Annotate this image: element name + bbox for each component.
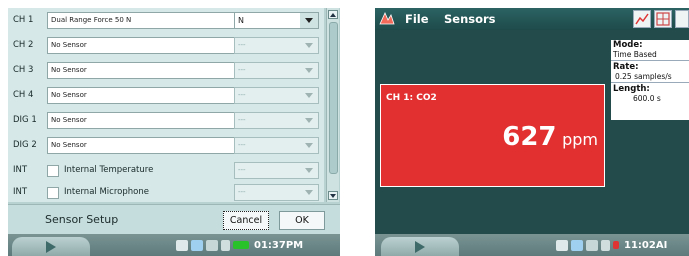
rate-label: Rate: (613, 62, 639, 72)
unit-select: --- (234, 136, 319, 154)
length-value: 600.0 s (633, 94, 661, 103)
meter-unit: ppm (562, 130, 598, 149)
clock: 11:02AI (624, 239, 668, 251)
internal-temperature-checkbox[interactable] (47, 165, 59, 177)
channel-label: DIG 1 (13, 115, 37, 125)
chevron-down-icon (300, 38, 318, 53)
cancel-button[interactable]: Cancel (223, 211, 269, 230)
internal-sensor-row: INT Internal Temperature --- (8, 160, 324, 180)
taskbar: 11:02AI (375, 234, 689, 256)
battery-icon (233, 241, 249, 249)
length-label: Length: (613, 84, 650, 94)
play-icon (415, 240, 425, 253)
sensor-setup-screen: CH 1 Dual Range Force 50 N N CH 2 No Sen… (8, 8, 340, 256)
meter-channel-label: CH 1: CO2 (386, 93, 437, 103)
system-tray: 01:37PM (176, 238, 303, 252)
play-icon (46, 240, 56, 253)
sensor-row: DIG 2 No Sensor --- (8, 135, 324, 155)
volume-icon[interactable] (221, 239, 230, 251)
sensor-row: CH 3 No Sensor --- (8, 60, 324, 80)
system-tray: 11:02AI (556, 238, 667, 252)
chevron-down-icon[interactable] (300, 12, 318, 28)
chevron-down-icon (300, 185, 318, 200)
unit-select: --- (234, 86, 319, 104)
unit-select: --- (234, 36, 319, 54)
chevron-down-icon (300, 63, 318, 78)
collect-button[interactable] (381, 237, 459, 256)
sensor-meter[interactable]: CH 1: CO2 627 ppm (380, 84, 605, 187)
graph-view-icon[interactable] (633, 10, 651, 28)
app-logo-icon[interactable] (379, 11, 395, 26)
channel-label: CH 3 (13, 65, 34, 75)
collection-info-panel[interactable]: Mode: Time Based Rate: 0.25 samples/s Le… (611, 40, 689, 120)
unit-select: --- (234, 183, 319, 201)
internal-temperature-label: Internal Temperature (64, 165, 154, 175)
battery-low-icon (613, 241, 619, 249)
meter-reading: 627 ppm (502, 122, 598, 152)
keyboard-icon[interactable] (206, 239, 218, 251)
chevron-down-icon (300, 163, 318, 178)
volume-icon[interactable] (601, 239, 610, 251)
file-menu[interactable]: File (405, 12, 429, 26)
collect-button[interactable] (12, 237, 90, 256)
sensor-row: CH 1 Dual Range Force 50 N N (8, 10, 324, 30)
home-icon[interactable] (176, 239, 188, 251)
table-view-icon[interactable] (654, 10, 672, 28)
keyboard-icon[interactable] (586, 239, 598, 251)
sensor-select[interactable]: No Sensor (47, 61, 257, 79)
sensor-select[interactable]: Dual Range Force 50 N (47, 11, 257, 29)
scroll-thumb[interactable] (329, 22, 338, 174)
internal-microphone-label: Internal Microphone (64, 187, 149, 197)
internal-microphone-checkbox[interactable] (47, 187, 59, 199)
internal-sensor-row: INT Internal Microphone --- (8, 182, 324, 202)
sensors-meter-screen: File Sensors Mode: Time Based Rate: 0.25… (375, 8, 689, 256)
meter-value: 627 (502, 122, 557, 152)
mode-label: Mode: (613, 40, 643, 50)
menu-bar: File Sensors (375, 8, 689, 30)
channel-label: CH 1 (13, 15, 34, 25)
sensor-row: CH 4 No Sensor --- (8, 85, 324, 105)
channel-label: DIG 2 (13, 140, 37, 150)
clock: 01:37PM (254, 239, 304, 251)
scroll-up-icon[interactable] (328, 10, 338, 19)
unit-select: --- (234, 111, 319, 129)
channel-label: INT (13, 165, 28, 175)
chevron-down-icon (300, 88, 318, 103)
sensor-select[interactable]: No Sensor (47, 86, 257, 104)
sensor-select[interactable]: No Sensor (47, 111, 257, 129)
unit-select[interactable]: N (234, 11, 319, 29)
sensor-row: CH 2 No Sensor --- (8, 35, 324, 55)
dialog-title: Sensor Setup (45, 213, 119, 226)
dialog-footer: Sensor Setup Cancel OK (8, 204, 340, 235)
chevron-down-icon (300, 113, 318, 128)
meter-view-icon[interactable] (675, 10, 689, 28)
home-icon[interactable] (556, 239, 568, 251)
channel-label: CH 4 (13, 90, 34, 100)
mode-value: Time Based (613, 50, 657, 59)
sensor-row: DIG 1 No Sensor --- (8, 110, 324, 130)
channel-label: INT (13, 187, 28, 197)
chevron-down-icon (300, 138, 318, 153)
sensors-menu[interactable]: Sensors (444, 12, 496, 26)
sensor-select[interactable]: No Sensor (47, 136, 257, 154)
sensor-select[interactable]: No Sensor (47, 36, 257, 54)
sensor-list: CH 1 Dual Range Force 50 N N CH 2 No Sen… (8, 8, 324, 202)
vertical-scrollbar[interactable] (326, 8, 339, 202)
unit-select: --- (234, 61, 319, 79)
rate-value: 0.25 samples/s (615, 72, 672, 81)
unit-select: --- (234, 161, 319, 179)
calculator-icon[interactable] (191, 239, 203, 251)
ok-button[interactable]: OK (279, 211, 325, 230)
scroll-down-icon[interactable] (328, 191, 338, 200)
calculator-icon[interactable] (571, 239, 583, 251)
taskbar: 01:37PM (8, 234, 340, 256)
channel-label: CH 2 (13, 40, 34, 50)
